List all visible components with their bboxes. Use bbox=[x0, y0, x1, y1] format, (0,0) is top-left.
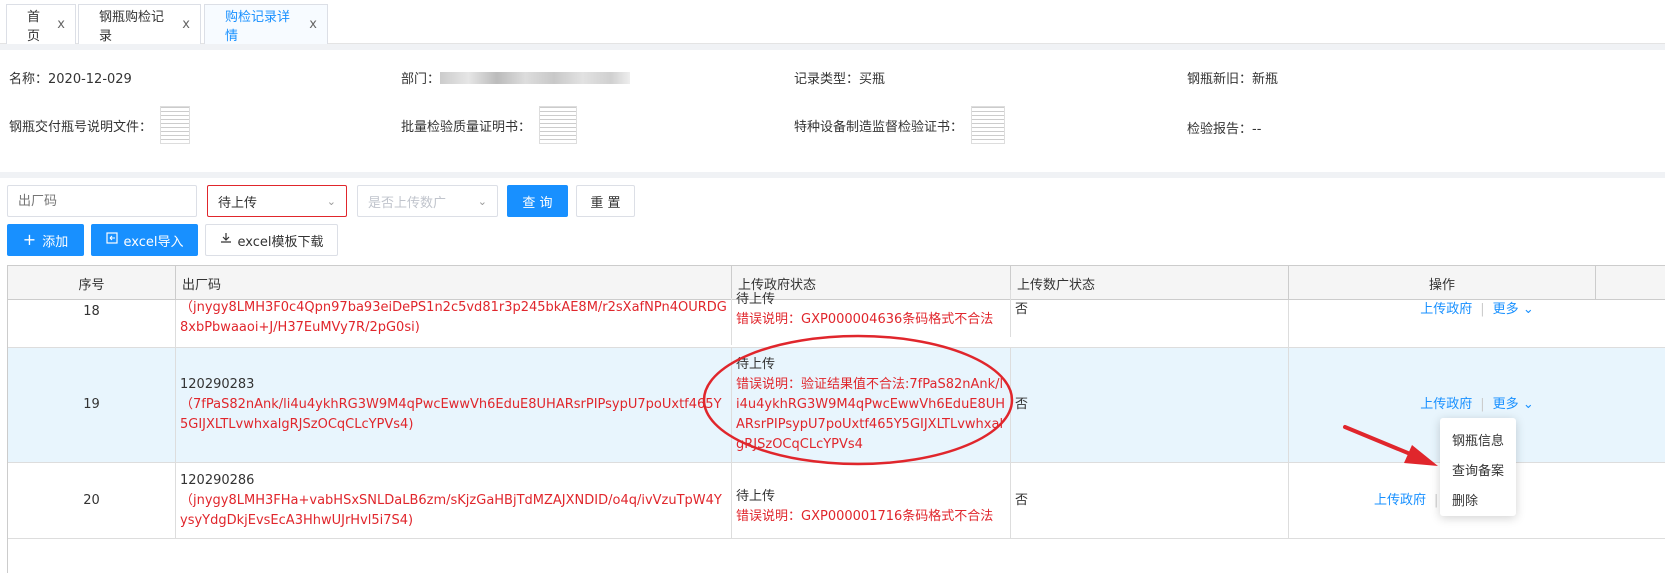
row-factory-code: 120290283 （7fPaS82nAnk/li4u4ykhRG3W9M4qP… bbox=[176, 348, 732, 462]
upload-sg-placeholder: 是否上传数广 bbox=[368, 195, 447, 211]
excel-import-button[interactable]: excel导入 bbox=[91, 224, 198, 256]
more-dropdown-link[interactable]: 更多 ⌄ bbox=[1493, 300, 1534, 320]
record-info-panel: 名称：2020-12-029 部门： 记录类型：买瓶 钢瓶新旧：新瓶 钢瓶交付瓶… bbox=[0, 50, 1665, 172]
row-sg-status: 否 bbox=[1011, 300, 1289, 347]
info-delivery-doc: 钢瓶交付瓶号说明文件： bbox=[9, 106, 191, 144]
plus-icon: + bbox=[22, 230, 37, 249]
info-batch-cert: 批量检验质量证明书： bbox=[401, 106, 578, 144]
download-icon bbox=[220, 232, 232, 248]
row-index: 20 bbox=[8, 463, 176, 538]
add-button-label: 添加 bbox=[42, 234, 69, 250]
tab-home[interactable]: 首页 x bbox=[6, 4, 76, 44]
info-batch-cert-label: 批量检验质量证明书： bbox=[401, 119, 532, 135]
chevron-down-icon: ⌄ bbox=[1522, 397, 1534, 412]
row-index: 18 bbox=[8, 300, 176, 347]
row-sg-status: 否 bbox=[1011, 463, 1289, 538]
upload-gov-link[interactable]: 上传政府 bbox=[1420, 395, 1472, 415]
gov-error-text: 错误说明：GXP000004636条码格式不合法 bbox=[736, 312, 994, 327]
gov-status-text: 待上传 bbox=[736, 292, 776, 307]
col-header-factory-code: 出厂码 bbox=[176, 266, 732, 300]
tab-bar: 首页 x 钢瓶购检记录 x 购检记录详情 x bbox=[0, 0, 1665, 44]
more-label: 更多 bbox=[1492, 397, 1519, 412]
gov-status-select[interactable]: 待上传 ⌄ bbox=[207, 185, 347, 217]
excel-template-download-button[interactable]: excel模板下载 bbox=[205, 224, 338, 256]
more-label: 更多 bbox=[1492, 302, 1519, 317]
divider: | bbox=[1480, 302, 1485, 317]
row-actions: 上传政府 | 更多 ⌄ bbox=[1289, 300, 1665, 347]
reset-button[interactable]: 重 置 bbox=[576, 185, 635, 217]
row-index: 19 bbox=[8, 348, 176, 462]
info-dept-label: 部门： bbox=[401, 72, 441, 87]
info-record-type: 记录类型：买瓶 bbox=[794, 72, 886, 87]
gov-status-text: 待上传 bbox=[736, 488, 776, 504]
row-code: 120290286 bbox=[180, 472, 255, 488]
row-code: 120290283 bbox=[180, 377, 255, 392]
redacted-dept bbox=[440, 71, 631, 84]
upload-sg-select[interactable]: 是否上传数广 ⌄ bbox=[357, 185, 498, 217]
gov-error-text: 错误说明：GXP000001716条码格式不合法 bbox=[736, 508, 994, 524]
upload-gov-link[interactable]: 上传政府 bbox=[1420, 300, 1472, 320]
gov-status-value: 待上传 bbox=[218, 195, 258, 211]
divider: | bbox=[1480, 397, 1485, 412]
add-button[interactable]: + 添加 bbox=[7, 224, 84, 256]
row-gov-status: 待上传 错误说明：GXP000004636条码格式不合法 bbox=[732, 290, 1011, 337]
chevron-down-icon: ⌄ bbox=[326, 194, 336, 208]
menu-item-delete[interactable]: 删除 bbox=[1440, 484, 1516, 514]
records-table: 序号 出厂码 上传政府状态 上传数广状态 操作 18 （jnygy8LMH3F0… bbox=[7, 265, 1665, 573]
more-dropdown-link[interactable]: 更多 ⌄ bbox=[1493, 395, 1534, 415]
table-row-selected[interactable]: 19 120290283 （7fPaS82nAnk/li4u4ykhRG3W9M… bbox=[8, 348, 1665, 463]
col-header-sg-status: 上传数广状态 bbox=[1011, 266, 1289, 300]
info-special-cert: 特种设备制造监督检验证书： bbox=[794, 106, 1006, 144]
row-code-detail: （jnygy8LMH3F0c4Qpn97ba93eiDePS1n2c5vd81r… bbox=[180, 300, 727, 335]
excel-import-label: excel导入 bbox=[123, 234, 184, 250]
delivery-doc-thumbnail[interactable] bbox=[160, 106, 191, 144]
row-code-detail: （7fPaS82nAnk/li4u4ykhRG3W9M4qPwcEwwVh6Ed… bbox=[180, 397, 722, 432]
tab-purchase-records[interactable]: 钢瓶购检记录 x bbox=[78, 4, 201, 44]
special-cert-thumbnail[interactable] bbox=[971, 106, 1006, 144]
query-button[interactable]: 查 询 bbox=[507, 185, 568, 217]
tab-label: 购检记录详情 bbox=[225, 9, 291, 44]
excel-template-label: excel模板下载 bbox=[237, 234, 324, 250]
row-factory-code: 120290286 （jnygy8LMH3FHa+vabHSxSNLDaLB6z… bbox=[176, 463, 732, 538]
factory-code-input[interactable] bbox=[7, 185, 197, 217]
info-cylinder-new-old: 钢瓶新旧：新瓶 bbox=[1187, 72, 1279, 87]
tab-label: 钢瓶购检记录 bbox=[99, 9, 165, 44]
table-row[interactable]: 20 120290286 （jnygy8LMH3FHa+vabHSxSNLDaL… bbox=[8, 463, 1665, 539]
col-header-index: 序号 bbox=[8, 266, 176, 300]
import-icon bbox=[105, 232, 118, 248]
info-dept: 部门： bbox=[401, 68, 631, 87]
more-dropdown-menu: 钢瓶信息 查询备案 删除 bbox=[1440, 418, 1516, 516]
row-gov-status: 待上传 错误说明：验证结果值不合法:7fPaS82nAnk/li4u4ykhRG… bbox=[732, 348, 1011, 462]
col-header-actions: 操作 bbox=[1289, 266, 1596, 300]
info-inspection-report: 检验报告：-- bbox=[1187, 122, 1262, 137]
row-factory-code: （jnygy8LMH3F0c4Qpn97ba93eiDePS1n2c5vd81r… bbox=[176, 298, 732, 345]
menu-item-cylinder-info[interactable]: 钢瓶信息 bbox=[1440, 424, 1516, 454]
tab-record-detail[interactable]: 购检记录详情 x bbox=[204, 4, 328, 44]
tab-label: 首页 bbox=[27, 9, 41, 44]
close-icon[interactable]: x bbox=[57, 17, 65, 32]
close-icon[interactable]: x bbox=[309, 17, 317, 32]
page: 首页 x 钢瓶购检记录 x 购检记录详情 x 名称：2020-12-029 部门… bbox=[0, 0, 1665, 573]
row-sg-status: 否 bbox=[1011, 348, 1289, 462]
gov-status-text: 待上传 bbox=[736, 357, 776, 372]
info-delivery-doc-label: 钢瓶交付瓶号说明文件： bbox=[9, 119, 153, 135]
batch-cert-thumbnail[interactable] bbox=[539, 106, 578, 144]
table-row[interactable]: 18 （jnygy8LMH3F0c4Qpn97ba93eiDePS1n2c5vd… bbox=[8, 290, 1665, 348]
row-code-detail: （jnygy8LMH3FHa+vabHSxSNLDaLB6zm/sKjzGaHB… bbox=[180, 492, 722, 528]
row-gov-status: 待上传 错误说明：GXP000001716条码格式不合法 bbox=[732, 463, 1011, 538]
menu-item-query-filing[interactable]: 查询备案 bbox=[1440, 454, 1516, 484]
chevron-down-icon: ⌄ bbox=[477, 194, 487, 208]
chevron-down-icon: ⌄ bbox=[1522, 302, 1534, 317]
gov-error-text: 错误说明：验证结果值不合法:7fPaS82nAnk/li4u4ykhRG3W9M… bbox=[736, 377, 1006, 452]
info-name: 名称：2020-12-029 bbox=[9, 72, 132, 87]
divider: | bbox=[1434, 492, 1439, 508]
info-special-cert-label: 特种设备制造监督检验证书： bbox=[794, 119, 964, 135]
upload-gov-link[interactable]: 上传政府 bbox=[1374, 491, 1426, 511]
close-icon[interactable]: x bbox=[182, 17, 190, 32]
